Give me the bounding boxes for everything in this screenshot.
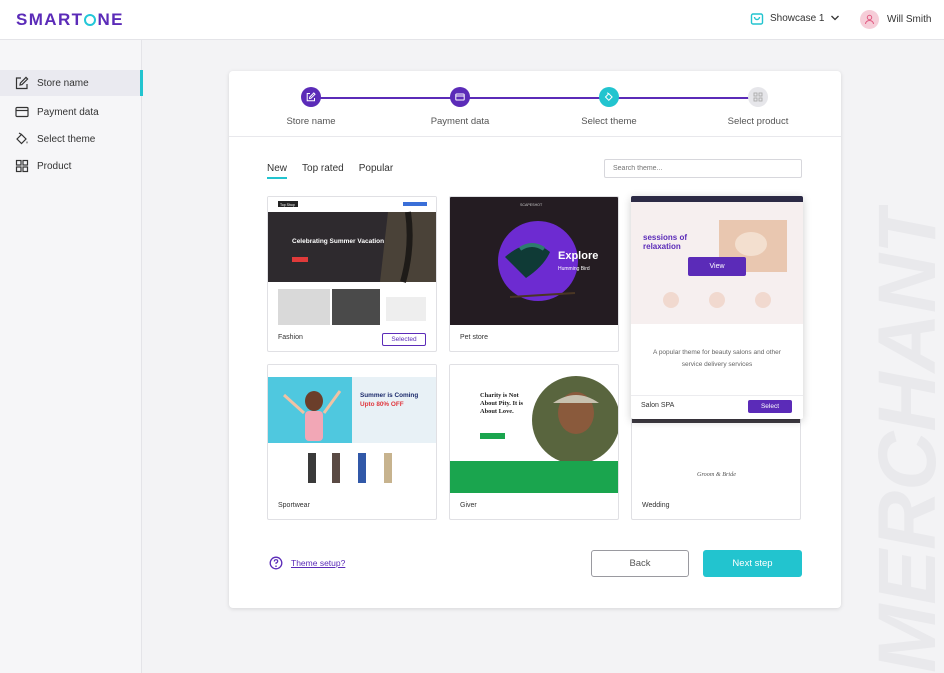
avatar	[860, 10, 879, 29]
sidebar-item-select-theme[interactable]: Select theme	[0, 126, 142, 152]
logo[interactable]: SMART NE	[16, 10, 124, 30]
sidebar-item-label: Select theme	[37, 133, 96, 145]
svg-text:Top Shop: Top Shop	[280, 203, 295, 207]
back-button[interactable]: Back	[591, 550, 689, 577]
theme-name: Giver	[460, 502, 477, 509]
selected-button[interactable]: Selected	[382, 333, 426, 346]
step-label: Select theme	[581, 116, 637, 127]
select-button[interactable]: Select	[748, 400, 792, 413]
theme-name: Wedding	[642, 502, 670, 509]
theme-card-pet-store[interactable]: SCAPESHOT Explore Humming Bird Pet store	[449, 196, 619, 352]
svg-text:Summer is Coming: Summer is Coming	[360, 392, 418, 399]
theme-card-sportwear[interactable]: Summer is Coming Upto 80% OFF Sportwear	[267, 364, 437, 520]
svg-text:SCAPESHOT: SCAPESHOT	[520, 203, 543, 207]
credit-card-icon	[450, 87, 470, 107]
svg-text:relaxation: relaxation	[643, 242, 681, 251]
svg-text:sessions of: sessions of	[643, 233, 687, 242]
theme-name: Sportwear	[278, 502, 310, 509]
chevron-down-icon	[831, 15, 840, 21]
tab-new[interactable]: New	[267, 163, 288, 179]
theme-name: Salon SPA	[641, 402, 675, 409]
theme-preview-giver: Charity is Not About Pity. It is About L…	[450, 365, 618, 493]
paint-bucket-icon	[15, 132, 29, 146]
question-icon	[269, 556, 283, 570]
user-menu[interactable]: Will Smith	[860, 10, 931, 29]
svg-text:MERCHANT: MERCHANT	[862, 205, 944, 673]
svg-text:About Pity. It is: About Pity. It is	[480, 400, 523, 407]
step-label: Select product	[727, 116, 789, 127]
theme-setup-help[interactable]: Theme setup?	[269, 556, 345, 570]
paint-bucket-icon	[599, 87, 619, 107]
tab-popular[interactable]: Popular	[359, 163, 393, 179]
edit-icon	[301, 87, 321, 107]
theme-card-fashion[interactable]: Top Shop Celebrating Summer Vacation Fas…	[267, 196, 437, 352]
svg-text:Charity is Not: Charity is Not	[480, 392, 520, 399]
step-payment-data[interactable]: Payment data	[400, 87, 520, 127]
svg-text:Upto 80% OFF: Upto 80% OFF	[360, 401, 404, 408]
theme-card-salon-spa[interactable]: sessions of relaxation View A popular th…	[631, 196, 803, 419]
step-select-product[interactable]: Select product	[698, 87, 818, 127]
svg-text:Explore: Explore	[558, 250, 598, 262]
sidebar-item-product[interactable]: Product	[0, 153, 142, 179]
top-bar: SMART NE Showcase 1 Will Smith	[0, 0, 944, 40]
merchant-watermark: MERCHANT	[862, 205, 944, 673]
shop-switcher[interactable]: Showcase 1	[750, 11, 846, 25]
theme-preview-fashion: Top Shop Celebrating Summer Vacation	[268, 197, 436, 325]
theme-card-giver[interactable]: Charity is Not About Pity. It is About L…	[449, 364, 619, 520]
edit-icon	[15, 76, 29, 90]
sidebar-item-store-name[interactable]: Store name	[0, 70, 143, 96]
svg-text:Groom & Bride: Groom & Bride	[697, 471, 736, 478]
shop-name: Showcase 1	[770, 12, 825, 24]
sidebar-item-label: Store name	[37, 77, 89, 89]
step-label: Store name	[286, 116, 336, 127]
sidebar-item-payment-data[interactable]: Payment data	[0, 99, 142, 125]
search-theme-input[interactable]	[604, 159, 802, 178]
step-store-name[interactable]: Store name	[251, 87, 371, 127]
stepper: Store name Payment data Select theme Sel…	[229, 71, 841, 137]
shopping-bag-icon	[750, 13, 764, 25]
theme-filter-tabs: New Top rated Popular	[267, 163, 408, 179]
grid-icon	[15, 159, 29, 173]
svg-text:About Love.: About Love.	[480, 408, 514, 415]
grid-icon	[748, 87, 768, 107]
next-step-button[interactable]: Next step	[703, 550, 802, 577]
view-button[interactable]: View	[688, 257, 746, 276]
theme-preview-pet-store: SCAPESHOT Explore Humming Bird	[450, 197, 618, 325]
theme-preview-sportwear: Summer is Coming Upto 80% OFF	[268, 365, 436, 493]
sidebar-item-label: Product	[37, 160, 72, 172]
sidebar: Store name Payment data Select theme Pro…	[0, 40, 143, 673]
theme-setup-link[interactable]: Theme setup?	[291, 558, 345, 568]
step-select-theme[interactable]: Select theme	[549, 87, 669, 127]
user-icon	[865, 14, 874, 25]
svg-text:Celebrating Summer Vacation: Celebrating Summer Vacation	[292, 238, 384, 245]
sidebar-item-label: Payment data	[37, 106, 99, 118]
theme-description: A popular theme for beauty salons and ot…	[653, 349, 781, 368]
step-label: Payment data	[430, 116, 490, 127]
theme-name: Fashion	[278, 334, 303, 341]
tab-top-rated[interactable]: Top rated	[302, 163, 344, 179]
theme-name: Pet store	[460, 334, 489, 341]
credit-card-icon	[15, 105, 29, 119]
divider	[631, 395, 803, 396]
user-name: Will Smith	[887, 14, 932, 25]
svg-text:Humming Bird: Humming Bird	[558, 266, 590, 272]
